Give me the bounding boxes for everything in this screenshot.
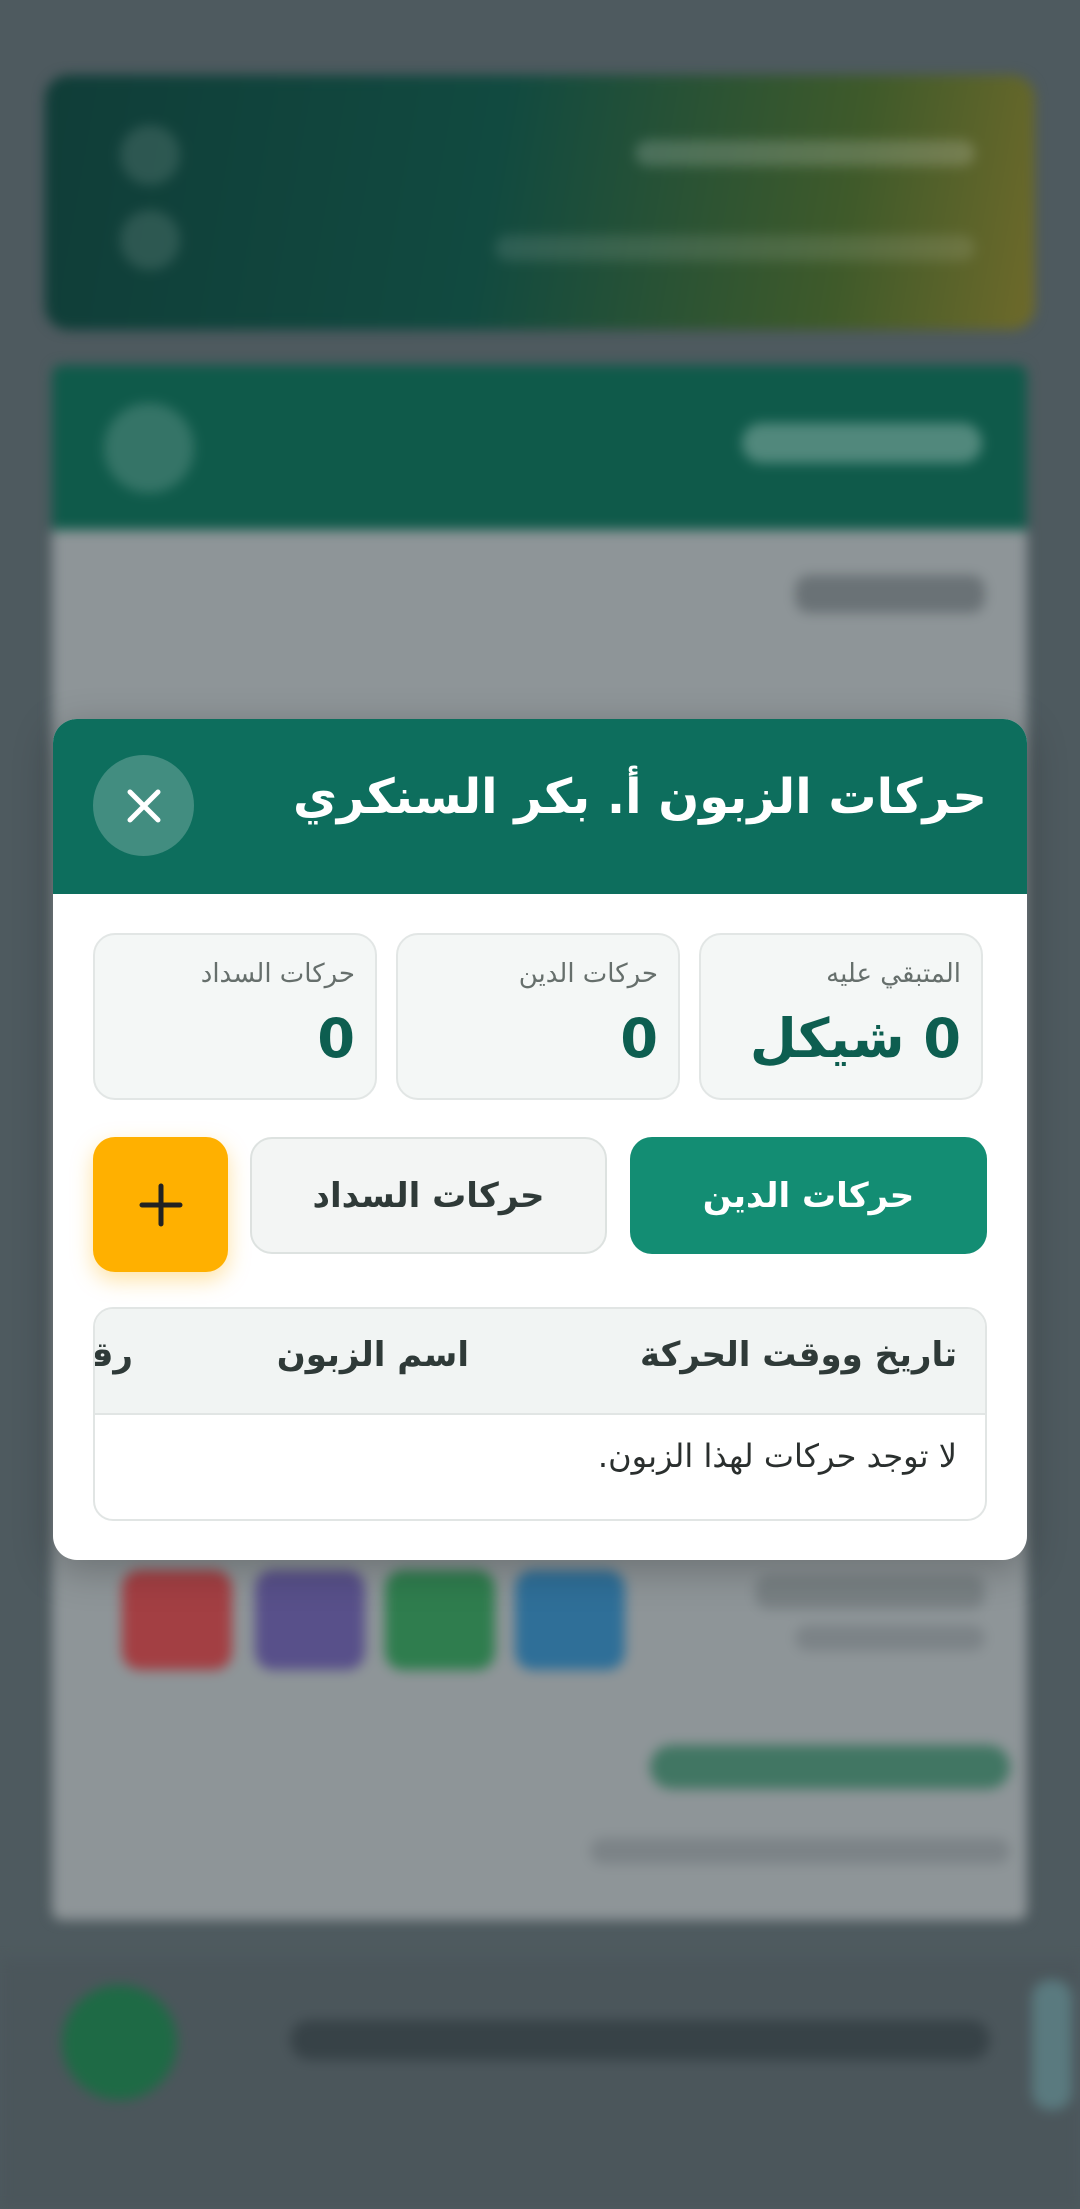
- stat-payment-transactions: حركات السداد 0: [93, 933, 377, 1100]
- background-hero-card: [45, 75, 1035, 330]
- stat-remaining-balance: المتبقي عليه 0 شيكل: [699, 933, 983, 1100]
- modal-header: حركات الزبون أ. بكر السنكري: [53, 719, 1027, 894]
- tab-debt-transactions[interactable]: حركات الدين: [630, 1137, 987, 1254]
- transactions-table: تاريخ ووقت الحركة اسم الزبون رقم لا توجد…: [93, 1307, 987, 1521]
- stat-value: 0: [620, 1007, 658, 1070]
- stat-label: حركات السداد: [200, 959, 355, 989]
- stat-label: حركات الدين: [518, 959, 658, 989]
- column-header-customer-name: اسم الزبون: [276, 1335, 469, 1375]
- column-header-datetime: تاريخ ووقت الحركة: [639, 1335, 957, 1375]
- stat-value: 0: [317, 1007, 355, 1070]
- stat-debt-transactions: حركات الدين 0: [396, 933, 680, 1100]
- add-transaction-button[interactable]: [93, 1137, 228, 1272]
- modal-title: حركات الزبون أ. بكر السنكري: [292, 769, 987, 825]
- background-card-header: [52, 365, 1027, 530]
- background-footer: [0, 1960, 1080, 2209]
- tab-payment-transactions[interactable]: حركات السداد: [250, 1137, 607, 1254]
- stat-value: 0 شيكل: [749, 1007, 961, 1070]
- close-icon: [127, 789, 160, 822]
- column-header-number: رقم: [93, 1335, 133, 1375]
- customer-transactions-modal: حركات الزبون أ. بكر السنكري المتبقي عليه…: [53, 719, 1027, 1560]
- plus-icon: [139, 1183, 182, 1226]
- table-header: تاريخ ووقت الحركة اسم الزبون رقم: [95, 1309, 985, 1415]
- empty-state-message: لا توجد حركات لهذا الزبون.: [597, 1437, 957, 1475]
- stat-label: المتبقي عليه: [826, 959, 961, 989]
- close-button[interactable]: [93, 755, 194, 856]
